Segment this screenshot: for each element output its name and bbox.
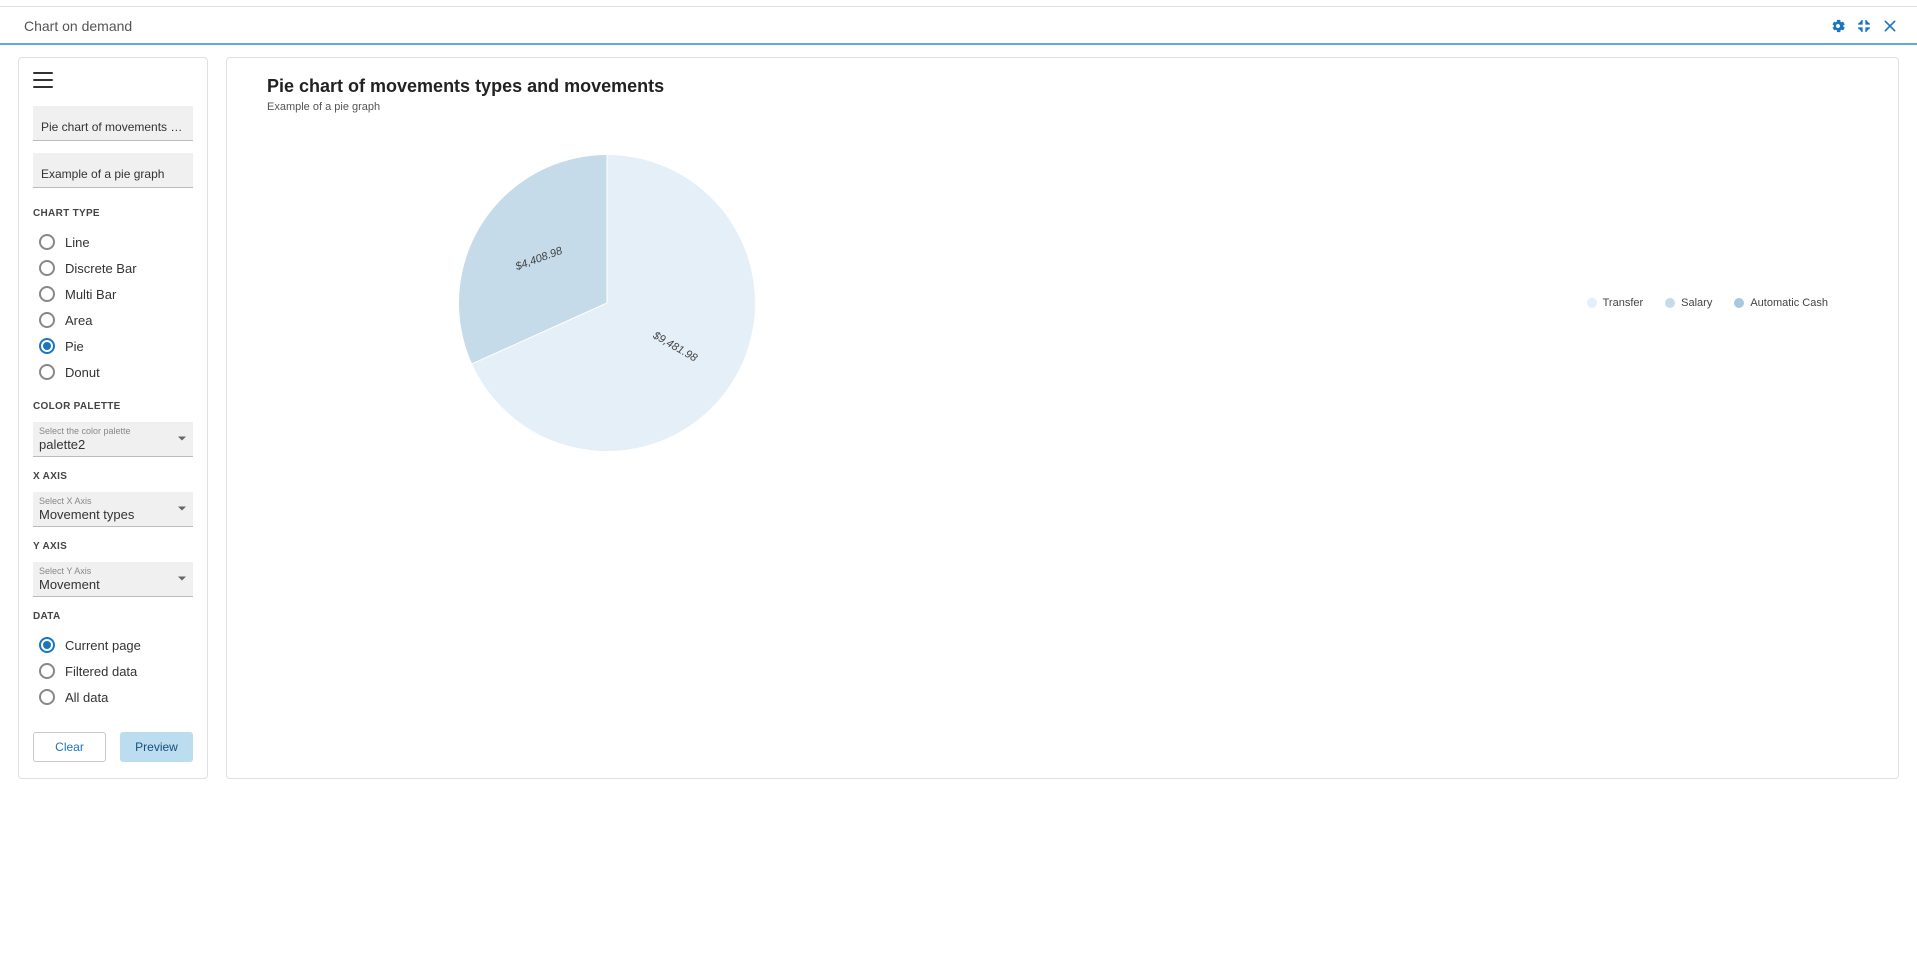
- radio-label: Line: [65, 235, 90, 250]
- menu-icon[interactable]: [33, 72, 53, 88]
- radio-icon: [39, 338, 55, 354]
- chart-type-label: CHART TYPE: [33, 208, 193, 219]
- config-sidebar: CHART TYPE Line Discrete Bar Multi Bar A…: [18, 57, 208, 779]
- radio-label: Discrete Bar: [65, 261, 137, 276]
- xaxis-label: X AXIS: [33, 471, 193, 482]
- pie-chart: $9,481.98$4,408.98: [457, 153, 757, 453]
- chevron-down-icon: [177, 432, 187, 447]
- legend-label: Salary: [1681, 297, 1712, 309]
- yaxis-label: Y AXIS: [33, 541, 193, 552]
- legend-item-transfer[interactable]: Transfer: [1587, 297, 1644, 309]
- preview-button[interactable]: Preview: [120, 732, 193, 762]
- radio-label: Filtered data: [65, 664, 137, 679]
- chevron-down-icon: [177, 572, 187, 587]
- radio-label: Donut: [65, 365, 100, 380]
- chart-subtitle-input[interactable]: [33, 153, 193, 188]
- chart-type-discrete-bar[interactable]: Discrete Bar: [33, 255, 193, 281]
- header-actions: [1829, 17, 1899, 35]
- chart-subtitle: Example of a pie graph: [267, 101, 1858, 113]
- select-value: Movement types: [39, 506, 187, 522]
- radio-label: Current page: [65, 638, 141, 653]
- chart-type-line[interactable]: Line: [33, 229, 193, 255]
- xaxis-select[interactable]: Select X Axis Movement types: [33, 492, 193, 527]
- select-value: palette2: [39, 436, 187, 452]
- legend-swatch: [1734, 298, 1744, 308]
- legend-label: Automatic Cash: [1750, 297, 1828, 309]
- legend-swatch: [1665, 298, 1675, 308]
- select-floating-label: Select the color palette: [39, 426, 187, 436]
- palette-label: COLOR PALETTE: [33, 401, 193, 412]
- radio-icon: [39, 689, 55, 705]
- chart-title: Pie chart of movements types and movemen…: [267, 76, 1858, 97]
- yaxis-select[interactable]: Select Y Axis Movement: [33, 562, 193, 597]
- radio-label: All data: [65, 690, 108, 705]
- chevron-down-icon: [177, 502, 187, 517]
- select-floating-label: Select Y Axis: [39, 566, 187, 576]
- data-scope-filtered[interactable]: Filtered data: [33, 658, 193, 684]
- close-icon[interactable]: [1881, 17, 1899, 35]
- radio-icon: [39, 663, 55, 679]
- chart-panel: Pie chart of movements types and movemen…: [226, 57, 1899, 779]
- app-header: Chart on demand: [0, 6, 1917, 45]
- data-label: DATA: [33, 611, 193, 622]
- chart-type-pie[interactable]: Pie: [33, 333, 193, 359]
- radio-label: Multi Bar: [65, 287, 116, 302]
- select-floating-label: Select X Axis: [39, 496, 187, 506]
- radio-icon: [39, 364, 55, 380]
- chart-type-donut[interactable]: Donut: [33, 359, 193, 385]
- chart-legend: Transfer Salary Automatic Cash: [1587, 297, 1828, 309]
- gear-icon[interactable]: [1829, 17, 1847, 35]
- app-title: Chart on demand: [24, 18, 132, 34]
- data-scope-current[interactable]: Current page: [33, 632, 193, 658]
- chart-title-input[interactable]: [33, 106, 193, 141]
- clear-button[interactable]: Clear: [33, 732, 106, 762]
- legend-item-automatic-cash[interactable]: Automatic Cash: [1734, 297, 1828, 309]
- legend-swatch: [1587, 298, 1597, 308]
- radio-label: Pie: [65, 339, 84, 354]
- radio-icon: [39, 312, 55, 328]
- palette-select[interactable]: Select the color palette palette2: [33, 422, 193, 457]
- radio-icon: [39, 637, 55, 653]
- chart-type-multi-bar[interactable]: Multi Bar: [33, 281, 193, 307]
- radio-icon: [39, 260, 55, 276]
- chart-type-area[interactable]: Area: [33, 307, 193, 333]
- legend-label: Transfer: [1603, 297, 1644, 309]
- radio-icon: [39, 286, 55, 302]
- radio-label: Area: [65, 313, 92, 328]
- legend-item-salary[interactable]: Salary: [1665, 297, 1712, 309]
- radio-icon: [39, 234, 55, 250]
- data-scope-all[interactable]: All data: [33, 684, 193, 710]
- select-value: Movement: [39, 576, 187, 592]
- collapse-icon[interactable]: [1855, 17, 1873, 35]
